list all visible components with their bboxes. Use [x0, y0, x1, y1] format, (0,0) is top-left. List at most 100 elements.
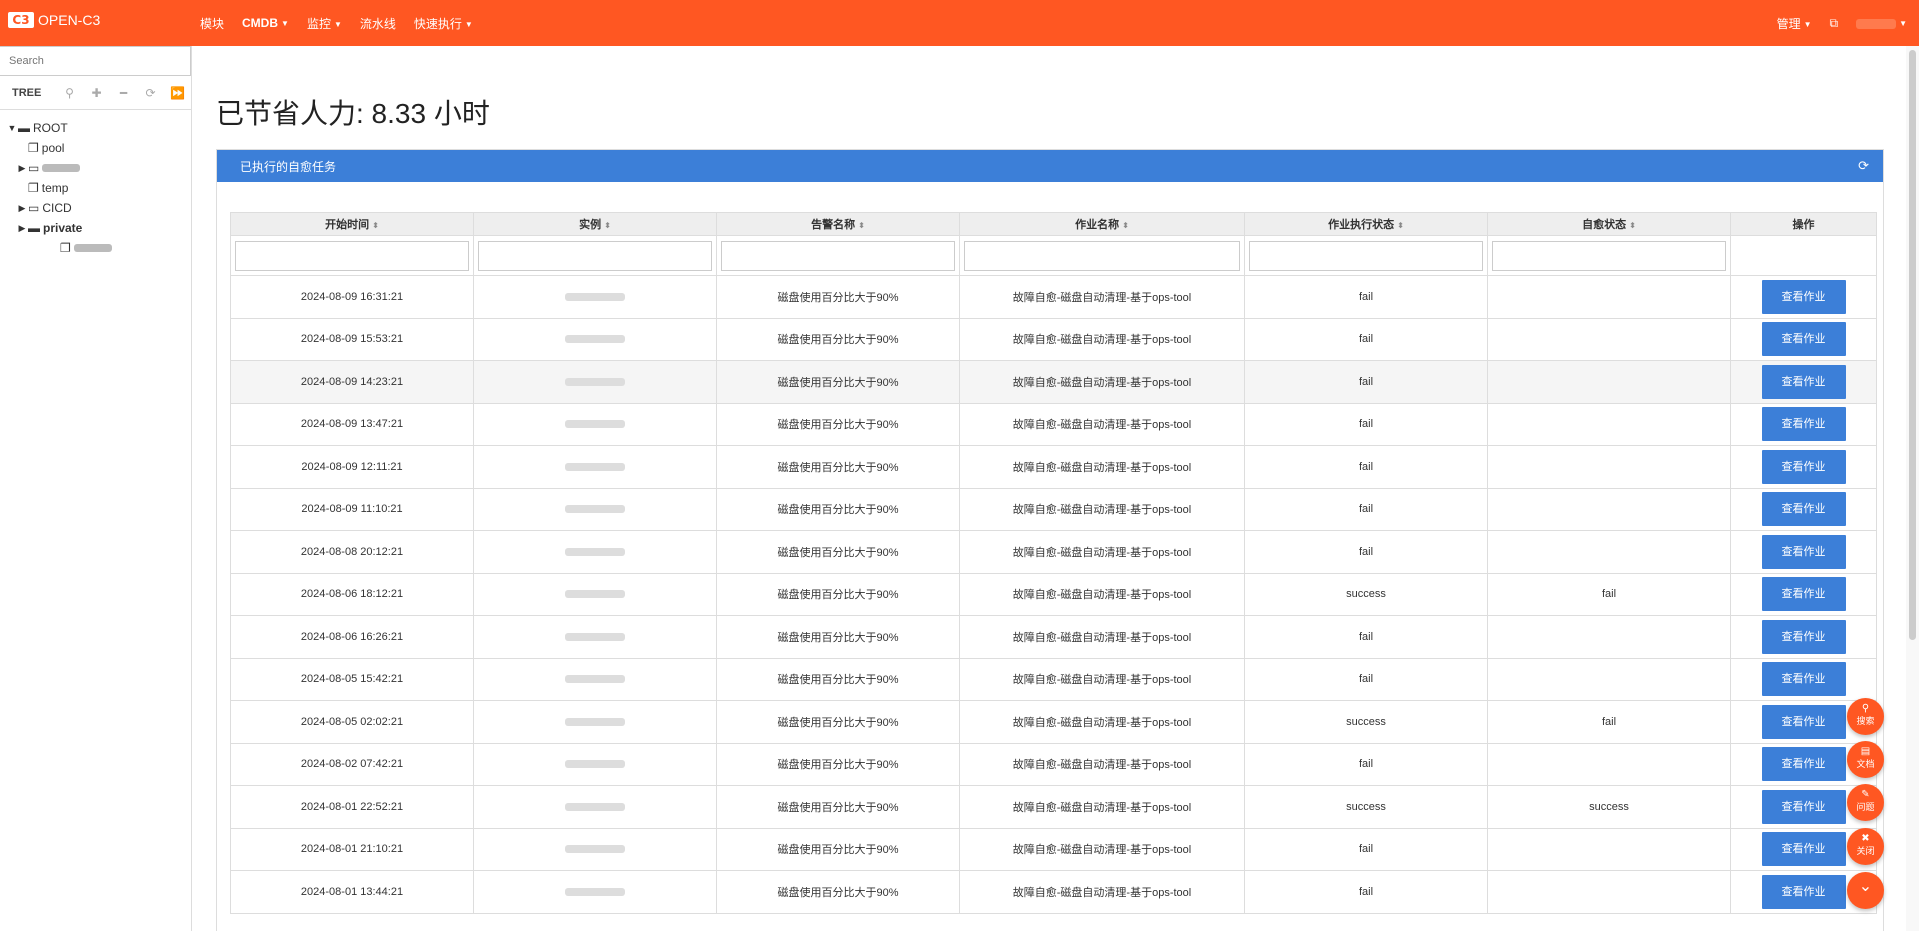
nav-item-0[interactable]: 模块 — [200, 15, 224, 32]
user-menu[interactable]: ▼ — [1856, 16, 1907, 30]
column-filter-input[interactable] — [478, 240, 712, 271]
column-header[interactable]: 实例 ⬍ — [473, 212, 717, 236]
alert-cell: 磁盘使用百分比大于90% — [716, 657, 960, 701]
column-filter-input[interactable] — [1249, 240, 1483, 271]
float-close-button[interactable]: ✖ 关闭 — [1847, 828, 1884, 865]
float-book-button[interactable]: ▤ 文档 — [1847, 741, 1884, 778]
job-cell: 故障自愈-磁盘自动清理-基于ops-tool — [959, 785, 1245, 829]
table-row: 2024-08-01 13:44:21 磁盘使用百分比大于90% 故障自愈-磁盘自动… — [230, 870, 1877, 914]
main-content: 已节省人力: 8.33 小时 已执行的自愈任务 ⟳ 开始时间 ⬍ 实例 ⬍ 告警名称 ⬍ 作… — [193, 46, 1900, 931]
sort-icon[interactable]: ⬍ — [858, 221, 865, 230]
tree-node[interactable]: ❐ pool — [0, 138, 191, 158]
tree-node[interactable]: ❐ — [0, 238, 191, 258]
view-job-button[interactable]: 查看作业 — [1761, 577, 1846, 612]
job-status-cell: fail — [1244, 657, 1488, 701]
chevron-right-icon[interactable]: ▶ — [16, 203, 28, 214]
heal-status-cell — [1487, 530, 1731, 574]
table-row: 2024-08-09 15:53:21 磁盘使用百分比大于90% 故障自愈-磁盘自动… — [230, 317, 1877, 361]
redacted-instance — [565, 887, 625, 896]
column-header[interactable]: 告警名称 ⬍ — [716, 212, 960, 236]
admin-menu[interactable]: 管理 ▼ — [1777, 15, 1812, 32]
job-status-cell: success — [1244, 785, 1488, 829]
column-header[interactable]: 开始时间 ⬍ — [230, 212, 474, 236]
table-row: 2024-08-06 16:26:21 磁盘使用百分比大于90% 故障自愈-磁盘自动… — [230, 615, 1877, 659]
view-job-button[interactable]: 查看作业 — [1761, 662, 1846, 697]
view-job-button[interactable]: 查看作业 — [1761, 789, 1846, 824]
job-status-cell: success — [1244, 700, 1488, 744]
tree-node[interactable]: ▶ ▬ private — [0, 218, 191, 238]
refresh-icon[interactable]: ⟳ — [137, 86, 164, 100]
sort-icon[interactable]: ⬍ — [1629, 221, 1636, 230]
minus-icon[interactable]: ━ — [110, 86, 137, 100]
column-header[interactable]: 自愈状态 ⬍ — [1487, 212, 1731, 236]
filter-cell — [1244, 235, 1488, 276]
view-job-button[interactable]: 查看作业 — [1761, 492, 1846, 527]
forward-icon[interactable]: ⏩ — [164, 86, 191, 100]
table-row: 2024-08-09 11:10:21 磁盘使用百分比大于90% 故障自愈-磁盘自动… — [230, 487, 1877, 531]
view-job-button[interactable]: 查看作业 — [1761, 832, 1846, 867]
float-search-button[interactable]: ⚲ 搜索 — [1847, 698, 1884, 735]
time-cell: 2024-08-06 16:26:21 — [230, 615, 474, 659]
nav-item-1[interactable]: CMDB ▼ — [242, 16, 289, 30]
filter-cell — [959, 235, 1245, 276]
job-cell: 故障自愈-磁盘自动清理-基于ops-tool — [959, 275, 1245, 319]
chevron-down-icon[interactable]: ▼ — [6, 123, 18, 133]
refresh-icon[interactable]: ⟳ — [1858, 158, 1869, 174]
time-cell: 2024-08-01 21:10:21 — [230, 827, 474, 871]
float-button-label: 问题 — [1856, 802, 1875, 812]
nav-item-2[interactable]: 监控 ▼ — [307, 15, 342, 32]
action-cell: 查看作业 — [1730, 360, 1877, 404]
view-job-button[interactable]: 查看作业 — [1761, 874, 1846, 909]
chevron-right-icon[interactable]: ▶ — [16, 223, 28, 234]
column-filter-input[interactable] — [964, 240, 1240, 271]
job-cell: 故障自愈-磁盘自动清理-基于ops-tool — [959, 487, 1245, 531]
view-job-button[interactable]: 查看作业 — [1761, 704, 1846, 739]
chevron-right-icon[interactable]: ▶ — [16, 163, 28, 174]
heal-status-cell — [1487, 742, 1731, 786]
column-filter-input[interactable] — [235, 240, 469, 271]
locate-icon[interactable]: ⚲ — [56, 86, 83, 100]
brand[interactable]: C3 OPEN-C3 — [8, 12, 100, 28]
nav-item-3[interactable]: 流水线 — [360, 15, 396, 32]
translate-icon: ⧉ — [1829, 15, 1839, 30]
column-filter-input[interactable] — [1492, 240, 1726, 271]
filter-row — [230, 235, 1877, 276]
heal-status-cell — [1487, 317, 1731, 361]
job-cell: 故障自愈-磁盘自动清理-基于ops-tool — [959, 530, 1245, 574]
sort-icon[interactable]: ⬍ — [604, 221, 611, 230]
view-job-button[interactable]: 查看作业 — [1761, 407, 1846, 442]
view-job-button[interactable]: 查看作业 — [1761, 449, 1846, 484]
tree-node[interactable]: ▶ ▭ — [0, 158, 191, 178]
float-edit-button[interactable]: ✎ 问题 — [1847, 784, 1884, 821]
tree-search-input[interactable] — [0, 46, 191, 76]
column-header[interactable]: 作业执行状态 ⬍ — [1244, 212, 1488, 236]
view-job-button[interactable]: 查看作业 — [1761, 364, 1846, 399]
view-job-button[interactable]: 查看作业 — [1761, 322, 1846, 357]
view-job-button[interactable]: 查看作业 — [1761, 279, 1846, 314]
tree-node[interactable]: ❐ temp — [0, 178, 191, 198]
column-filter-input[interactable] — [721, 240, 955, 271]
page-title: 已节省人力: 8.33 小时 — [216, 98, 490, 129]
column-header[interactable]: 作业名称 ⬍ — [959, 212, 1245, 236]
job-cell: 故障自愈-磁盘自动清理-基于ops-tool — [959, 657, 1245, 701]
tree-node[interactable]: ▶ ▭ CICD — [0, 198, 191, 218]
job-status-cell: fail — [1244, 487, 1488, 531]
nav-item-4[interactable]: 快速执行 ▼ — [414, 15, 473, 32]
sort-icon[interactable]: ⬍ — [1122, 221, 1129, 230]
sort-icon[interactable]: ⬍ — [372, 221, 379, 230]
action-cell: 查看作业 — [1730, 317, 1877, 361]
alert-cell: 磁盘使用百分比大于90% — [716, 402, 960, 446]
filter-cell — [1730, 235, 1877, 276]
scrollbar-thumb[interactable] — [1909, 50, 1916, 640]
view-job-button[interactable]: 查看作业 — [1761, 534, 1846, 569]
view-job-button[interactable]: 查看作业 — [1761, 619, 1846, 654]
sort-icon[interactable]: ⬍ — [1397, 221, 1404, 230]
float-button-label: 搜索 — [1856, 716, 1875, 726]
scrollbar[interactable] — [1906, 46, 1919, 931]
plus-icon[interactable]: ✚ — [83, 86, 110, 100]
scroll-down-button[interactable]: ⌄ — [1847, 872, 1884, 909]
language-toggle[interactable]: ⧉ — [1830, 16, 1839, 31]
tree-node[interactable]: ▼ ▬ ROOT — [0, 118, 191, 138]
view-job-button[interactable]: 查看作业 — [1761, 747, 1846, 782]
heal-status-cell — [1487, 615, 1731, 659]
